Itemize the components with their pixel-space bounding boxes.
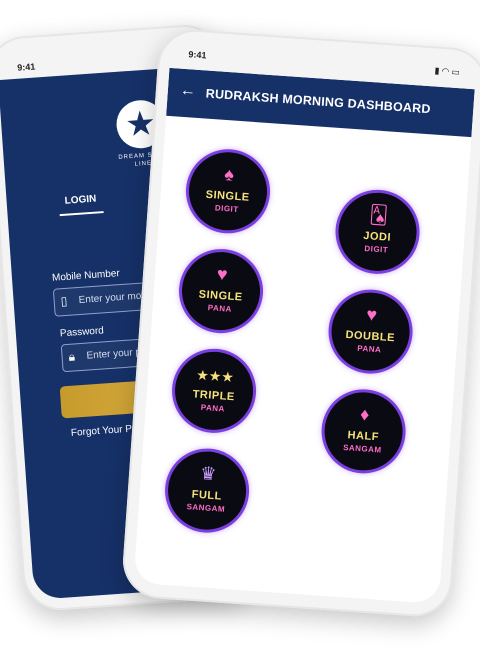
game-full-sangam[interactable]: ♛ FULL SANGAM xyxy=(165,448,249,533)
tab-underline xyxy=(59,211,104,217)
spade-icon: ♠ xyxy=(223,164,235,185)
status-time: 9:41 xyxy=(16,61,36,73)
page-title: RUDRAKSH MORNING DASHBOARD xyxy=(205,86,432,117)
battery-icon: ▭ xyxy=(451,66,463,78)
game-jodi-digit[interactable]: 🂡 JODI DIGIT xyxy=(335,190,420,274)
status-icons: ▮◠▭ xyxy=(434,65,462,78)
stars-icon: ★★★ xyxy=(195,366,235,386)
back-arrow-icon[interactable]: ← xyxy=(179,82,196,101)
card-heart-icon: ♥ xyxy=(365,304,378,325)
tab-login[interactable]: LOGIN xyxy=(64,194,96,207)
game-half-sangam[interactable]: ♦ HALF SANGAM xyxy=(321,389,406,473)
game-single-pana[interactable]: ♥ SINGLE PANA xyxy=(179,249,263,333)
mobile-label: Mobile Number xyxy=(51,268,121,284)
diamond-card-icon: ♦ xyxy=(359,404,371,425)
app-bar: ← RUDRAKSH MORNING DASHBOARD xyxy=(166,67,475,138)
dashboard-phone: 9:41 ▮◠▭ ← RUDRAKSH MORNING DASHBOARD ♠ … xyxy=(120,27,480,619)
password-label: Password xyxy=(59,325,105,340)
card-heart-icon: ♥ xyxy=(216,263,229,285)
cards-icon: 🂡 xyxy=(368,204,389,226)
status-time: 9:41 xyxy=(188,49,207,61)
phone-icon: ▯ xyxy=(60,293,68,309)
dashboard-screen: ← RUDRAKSH MORNING DASHBOARD ♠ SINGLE DI… xyxy=(133,67,475,605)
crown-icon: ♛ xyxy=(199,463,217,485)
game-triple-pana[interactable]: ★★★ TRIPLE PANA xyxy=(172,349,256,433)
lock-icon: 🔒︎ xyxy=(68,349,76,364)
game-double-pana[interactable]: ♥ DOUBLE PANA xyxy=(328,289,413,374)
game-single-digit[interactable]: ♠ SINGLE DIGIT xyxy=(186,149,270,233)
